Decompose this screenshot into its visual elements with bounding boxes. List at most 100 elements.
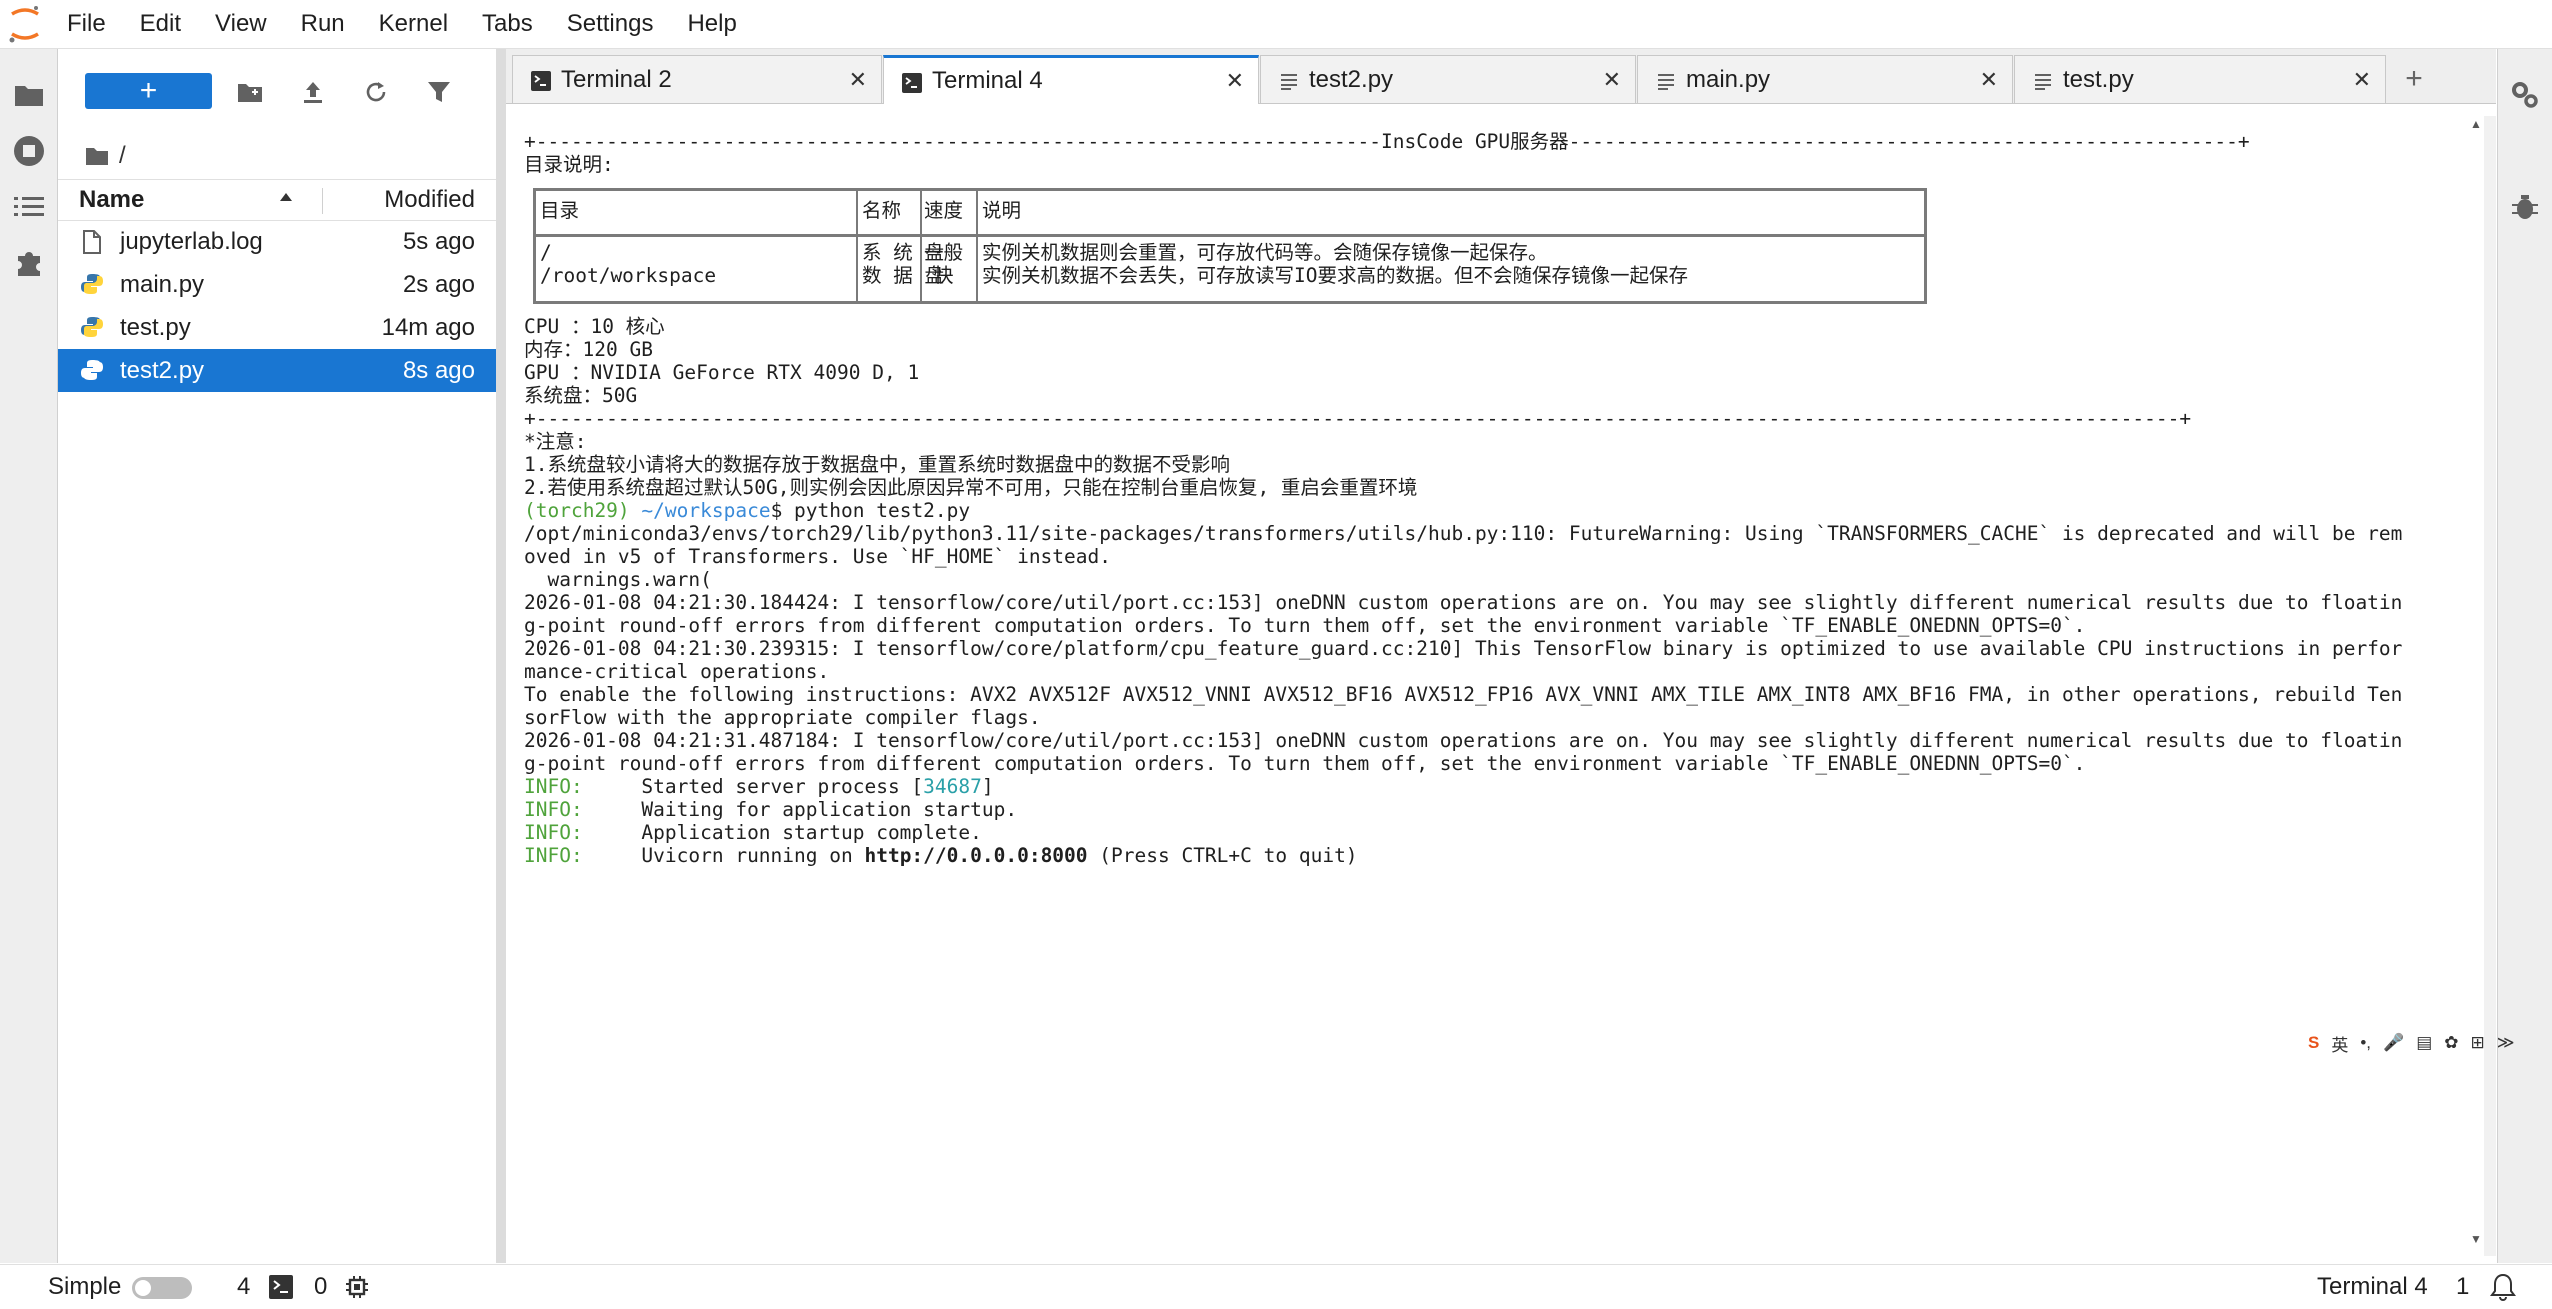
output-line: oved in v5 of Transformers. Use `HF_HOME…	[524, 545, 1111, 568]
sort-ascending-icon[interactable]	[278, 186, 294, 217]
menu-view[interactable]: View	[198, 0, 284, 48]
terminals-count[interactable]: 4	[237, 1265, 250, 1309]
notification-bell-icon[interactable]	[2490, 1265, 2516, 1309]
scroll-down-icon[interactable]: ▼	[2470, 1232, 2482, 1246]
file-modified: 8s ago	[402, 356, 475, 384]
file-row-jupyterlab-log[interactable]: jupyterlab.log 5s ago	[58, 220, 496, 263]
running-icon[interactable]	[0, 123, 57, 179]
extension-icon[interactable]	[0, 235, 57, 291]
table-cell: 数 据 盘	[862, 264, 944, 287]
ime-skin-icon[interactable]: ✿	[2444, 1033, 2458, 1053]
info-text: (Press CTRL+C to quit)	[1087, 844, 1358, 867]
toc-icon[interactable]	[0, 179, 57, 235]
column-separator[interactable]	[322, 188, 323, 214]
status-bar: Simple 4 0 Terminal 4 1	[0, 1264, 2552, 1309]
tab-label: Terminal 2	[561, 65, 672, 93]
table-divider	[856, 191, 858, 301]
close-icon[interactable]: ✕	[2353, 67, 2371, 93]
tab-test-py[interactable]: test.py ✕	[2014, 55, 2386, 103]
ime-toolbar[interactable]: S 英 •, 🎤 ▤ ✿ ⊞ ≫	[2302, 1027, 2521, 1059]
terminal-icon	[531, 70, 551, 91]
tab-main-py[interactable]: main.py ✕	[1637, 55, 2013, 103]
menu-run[interactable]: Run	[284, 0, 362, 48]
ime-logo-icon[interactable]: S	[2308, 1033, 2319, 1053]
spec-line: GPU ：NVIDIA GeForce RTX 4090 D, 1	[524, 361, 920, 384]
banner-line: +---------------------------------------…	[524, 130, 2250, 153]
filter-icon[interactable]	[424, 77, 454, 107]
left-activity-bar	[0, 49, 58, 1263]
prompt-env: (torch29)	[524, 499, 630, 522]
property-inspector-icon[interactable]	[2498, 67, 2552, 123]
terminal-scrollbar[interactable]	[2484, 116, 2496, 1256]
menu-help[interactable]: Help	[670, 0, 753, 48]
simple-mode-toggle[interactable]	[132, 1277, 192, 1299]
active-document-label[interactable]: Terminal 4	[2317, 1265, 2428, 1309]
line-number[interactable]: 1	[2456, 1265, 2469, 1309]
terminal-icon	[902, 72, 922, 93]
ime-keyboard-icon[interactable]: ▤	[2416, 1033, 2432, 1053]
ime-punctuation-icon[interactable]: •,	[2360, 1033, 2371, 1053]
info-text: Waiting for application startup.	[641, 798, 1018, 821]
menu-file[interactable]: File	[50, 0, 123, 48]
menu-settings[interactable]: Settings	[550, 0, 671, 48]
debugger-icon[interactable]	[2498, 179, 2552, 235]
terminal-status-icon[interactable]	[269, 1265, 293, 1309]
kernels-count[interactable]: 0	[314, 1265, 327, 1309]
add-tab-icon[interactable]: +	[2386, 55, 2442, 103]
info-prefix: INFO:	[524, 775, 583, 798]
file-row-test2-py[interactable]: test2.py 8s ago	[58, 349, 496, 392]
kernel-status-icon[interactable]	[345, 1265, 369, 1309]
menu-tabs[interactable]: Tabs	[465, 0, 550, 48]
new-launcher-button[interactable]: +	[85, 73, 212, 109]
tab-test2-py[interactable]: test2.py ✕	[1260, 55, 1636, 103]
terminal-output[interactable]: +---------------------------------------…	[510, 116, 2484, 1256]
ime-language-toggle[interactable]: 英	[2331, 1031, 2348, 1056]
server-url[interactable]: http://0.0.0.0:8000	[864, 844, 1087, 867]
info-text: ]	[981, 775, 994, 798]
info-text: Uvicorn running on	[641, 844, 865, 867]
scroll-up-icon[interactable]: ▲	[2470, 117, 2482, 131]
server-pid: 34687	[923, 775, 982, 798]
tab-terminal-2[interactable]: Terminal 2 ✕	[512, 55, 882, 103]
breadcrumb-folder-icon	[86, 148, 108, 165]
table-cell: /root/workspace	[540, 264, 717, 287]
panel-splitter[interactable]	[496, 49, 506, 1263]
spec-line: CPU ：10 核心	[524, 315, 665, 338]
new-folder-icon[interactable]	[235, 77, 265, 107]
note-line: 1.系统盘较小请将大的数据存放于数据盘中，重置系统时数据盘中的数据不受影响	[524, 453, 1230, 476]
breadcrumb-root[interactable]: /	[119, 142, 126, 170]
output-line: 2026-01-08 04:21:31.487184: I tensorflow…	[524, 729, 2403, 752]
close-icon[interactable]: ✕	[1226, 68, 1244, 94]
breadcrumb[interactable]: /	[85, 133, 126, 179]
column-modified[interactable]: Modified	[384, 186, 475, 214]
ime-voice-icon[interactable]: 🎤	[2383, 1033, 2404, 1053]
ime-more-icon[interactable]: ≫	[2497, 1033, 2515, 1053]
close-icon[interactable]: ✕	[1980, 67, 1998, 93]
refresh-icon[interactable]	[361, 77, 391, 107]
prompt-line: (torch29) ~/workspace$ python test2.py	[524, 499, 970, 522]
python-icon	[81, 273, 103, 297]
close-icon[interactable]: ✕	[849, 67, 867, 93]
file-row-main-py[interactable]: main.py 2s ago	[58, 263, 496, 306]
ime-tools-icon[interactable]: ⊞	[2471, 1033, 2485, 1053]
tab-label: test2.py	[1309, 65, 1394, 93]
file-name: main.py	[120, 270, 205, 298]
column-name[interactable]: Name	[79, 186, 144, 214]
info-prefix: INFO:	[524, 798, 583, 821]
table-cell: 一般	[924, 241, 964, 264]
upload-icon[interactable]	[298, 77, 328, 107]
menu-edit[interactable]: Edit	[123, 0, 198, 48]
text-file-icon	[2033, 70, 2053, 90]
table-header-speed: 速度	[924, 199, 964, 222]
menu-kernel[interactable]: Kernel	[362, 0, 465, 48]
tab-terminal-4[interactable]: Terminal 4 ✕	[883, 55, 1259, 104]
file-modified: 2s ago	[402, 270, 475, 298]
info-line: INFO: Uvicorn running on http://0.0.0.0:…	[524, 844, 1358, 867]
folder-icon[interactable]	[0, 67, 57, 123]
output-line: 2026-01-08 04:21:30.239315: I tensorflow…	[524, 637, 2403, 660]
output-line: warnings.warn(	[524, 568, 712, 591]
close-icon[interactable]: ✕	[1603, 67, 1621, 93]
file-row-test-py[interactable]: test.py 14m ago	[58, 306, 496, 349]
info-line: INFO: Waiting for application startup.	[524, 798, 1017, 821]
note-line: 2.若使用系统盘超过默认50G,则实例会因此原因异常不可用，只能在控制台重启恢复…	[524, 476, 1418, 499]
